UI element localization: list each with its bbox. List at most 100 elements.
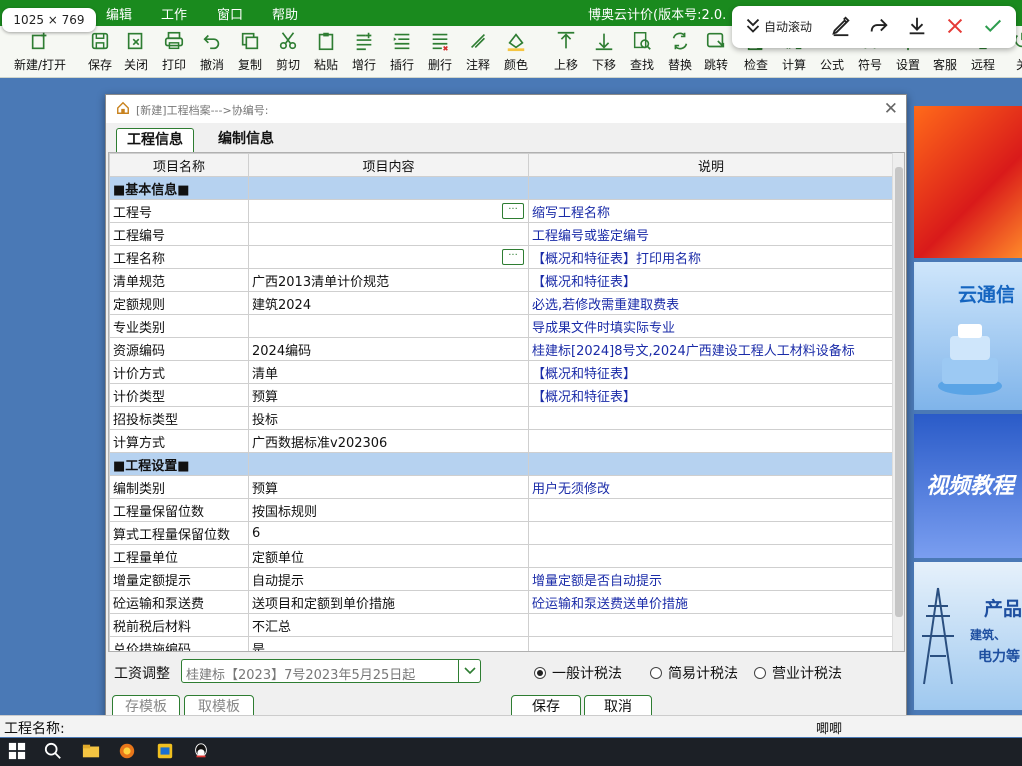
- promo-banner-cloud[interactable]: 云通信: [914, 262, 1022, 410]
- qq-icon[interactable]: [192, 742, 214, 762]
- app-icon[interactable]: [156, 742, 178, 762]
- toolbar-button-copy[interactable]: 复制: [238, 30, 262, 76]
- menu-work[interactable]: 工作: [161, 4, 187, 23]
- cell-item-content[interactable]: 送项目和定额到单价措施: [248, 590, 529, 614]
- toolbar-button-jump[interactable]: 跳转: [704, 30, 728, 76]
- chevron-down-icon[interactable]: [458, 660, 480, 682]
- radio-dot[interactable]: [754, 667, 766, 679]
- section-row[interactable]: ■基本信息■: [109, 176, 894, 200]
- cell-item-content[interactable]: 建筑2024: [248, 291, 529, 315]
- browser-icon[interactable]: [118, 742, 140, 762]
- cell-item-content[interactable]: 预算: [248, 383, 529, 407]
- tab-compile-info[interactable]: 编制信息: [208, 128, 284, 152]
- table-row[interactable]: 资源编码 2024编码 桂建标[2024]8号文,2024广西建设工程人工材料设备标: [109, 337, 894, 361]
- table-row[interactable]: 税前税后材料 不汇总: [109, 613, 894, 637]
- check-icon[interactable]: [982, 15, 1004, 39]
- tab-project-info[interactable]: 工程信息: [116, 128, 194, 152]
- radio-dot[interactable]: [534, 667, 546, 679]
- menu-edit[interactable]: 编辑: [106, 4, 132, 23]
- toolbar-button-new-open[interactable]: 新建/打开: [14, 30, 66, 76]
- cell-item-content[interactable]: 是: [248, 636, 529, 651]
- cell-item-content[interactable]: 投标: [248, 406, 529, 430]
- table-row[interactable]: 砼运输和泵送费 送项目和定额到单价措施 砼运输和泵送费送单价措施: [109, 590, 894, 614]
- promo-banner-products[interactable]: 产品 建筑、 电力等: [914, 562, 1022, 710]
- toolbar-button-cut[interactable]: 剪切: [276, 30, 300, 76]
- toolbar-button-print[interactable]: 打印: [162, 30, 186, 76]
- chevron-down-icon[interactable]: [742, 15, 764, 39]
- table-row[interactable]: 招投标类型 投标: [109, 406, 894, 430]
- column-header-name: 项目名称: [109, 153, 249, 177]
- dialog-close-icon[interactable]: ✕: [884, 99, 898, 119]
- cell-item-content[interactable]: 按国标规则: [248, 498, 529, 522]
- grid-header-row: 项目名称 项目内容 说明: [109, 153, 894, 177]
- table-row[interactable]: 工程量单位 定额单位: [109, 544, 894, 568]
- cell-item-content[interactable]: 2024编码: [248, 337, 529, 361]
- cell-item-content[interactable]: [248, 176, 529, 200]
- table-row[interactable]: 工程名称 ··· 【概况和特征表】打印用名称: [109, 245, 894, 269]
- table-row[interactable]: 计算方式 广西数据标准v202306: [109, 429, 894, 453]
- radio-dot[interactable]: [650, 667, 662, 679]
- close-icon[interactable]: [944, 15, 966, 39]
- table-row[interactable]: 清单规范 广西2013清单计价规范 【概况和特征表】: [109, 268, 894, 292]
- wage-adjust-select[interactable]: 桂建标【2023】7号2023年5月25日起: [181, 659, 481, 683]
- table-row[interactable]: 工程编号 工程编号或鉴定编号: [109, 222, 894, 246]
- section-row[interactable]: ■工程设置■: [109, 452, 894, 476]
- table-row[interactable]: 总价措施编码是: [109, 636, 894, 651]
- radio-general-tax[interactable]: 一般计税法: [534, 663, 622, 683]
- cell-item-content[interactable]: 不汇总: [248, 613, 529, 637]
- ellipsis-button[interactable]: ···: [502, 249, 524, 265]
- cell-item-content[interactable]: ···: [248, 199, 529, 223]
- search-icon[interactable]: [44, 742, 66, 762]
- toolbar-button-comment[interactable]: 注释: [466, 30, 490, 76]
- windows-start-icon[interactable]: [8, 742, 30, 762]
- table-row[interactable]: 工程量保留位数 按国标规则: [109, 498, 894, 522]
- toolbar-button-undo[interactable]: 撤消: [200, 30, 224, 76]
- toolbar-button-insert-row[interactable]: 插行: [390, 30, 414, 76]
- table-row[interactable]: 定额规则 建筑2024 必选,若修改需重建取费表: [109, 291, 894, 315]
- cell-item-content[interactable]: 自动提示: [248, 567, 529, 591]
- table-row[interactable]: 计价类型 预算 【概况和特征表】: [109, 383, 894, 407]
- toolbar-button-paste[interactable]: 粘贴: [314, 30, 338, 76]
- download-icon[interactable]: [906, 15, 928, 39]
- table-row[interactable]: 计价方式 清单 【概况和特征表】: [109, 360, 894, 384]
- promo-banner-video[interactable]: 视频教程: [914, 414, 1022, 558]
- toolbar-button-move-up[interactable]: 上移: [554, 30, 578, 76]
- toolbar-button-add-row[interactable]: 增行: [352, 30, 376, 76]
- table-row[interactable]: 工程号 ··· 缩写工程名称: [109, 199, 894, 223]
- menu-help[interactable]: 帮助: [272, 4, 298, 23]
- toolbar-button-find[interactable]: 查找: [630, 30, 654, 76]
- pen-icon[interactable]: [830, 15, 852, 39]
- cell-item-content[interactable]: [248, 452, 529, 476]
- toolbar-button-save[interactable]: 保存: [88, 30, 112, 76]
- table-row[interactable]: 专业类别 导成果文件时填实际专业: [109, 314, 894, 338]
- cell-item-content[interactable]: 清单: [248, 360, 529, 384]
- cell-item-content[interactable]: 广西2013清单计价规范: [248, 268, 529, 292]
- table-row[interactable]: 增量定额提示 自动提示 增量定额是否自动提示: [109, 567, 894, 591]
- toolbar-button-move-down[interactable]: 下移: [592, 30, 616, 76]
- table-row[interactable]: 算式工程量保留位数 6: [109, 521, 894, 545]
- menu-window[interactable]: 窗口: [217, 4, 243, 23]
- table-row[interactable]: 编制类别 预算 用户无须修改: [109, 475, 894, 499]
- cell-item-content[interactable]: [248, 222, 529, 246]
- cell-item-content[interactable]: 定额单位: [248, 544, 529, 568]
- scroll-thumb[interactable]: [895, 167, 903, 617]
- promo-banner-1[interactable]: [914, 106, 1022, 258]
- cell-item-content[interactable]: 预算: [248, 475, 529, 499]
- auto-scroll-button[interactable]: 自动滚动: [764, 18, 812, 35]
- share-icon[interactable]: [868, 15, 890, 39]
- radio-simple-tax[interactable]: 简易计税法: [650, 663, 738, 683]
- file-explorer-icon[interactable]: [82, 742, 104, 762]
- toolbar-button-close-file[interactable]: 关闭: [124, 30, 148, 76]
- ellipsis-button[interactable]: ···: [502, 203, 524, 219]
- radio-business-tax[interactable]: 营业计税法: [754, 663, 842, 683]
- cell-item-content[interactable]: ···: [248, 245, 529, 269]
- toolbar-button-color[interactable]: 颜色: [504, 30, 528, 76]
- toolbar-button-delete-row[interactable]: 删行: [428, 30, 452, 76]
- cell-item-desc: 砼运输和泵送费送单价措施: [528, 590, 894, 614]
- cell-item-content[interactable]: 6: [248, 521, 529, 545]
- toolbar-button-replace[interactable]: 替换: [668, 30, 692, 76]
- cell-item-name: 清单规范: [109, 268, 249, 292]
- cell-item-content[interactable]: [248, 314, 529, 338]
- cell-item-content[interactable]: 广西数据标准v202306: [248, 429, 529, 453]
- vertical-scrollbar[interactable]: [892, 153, 904, 651]
